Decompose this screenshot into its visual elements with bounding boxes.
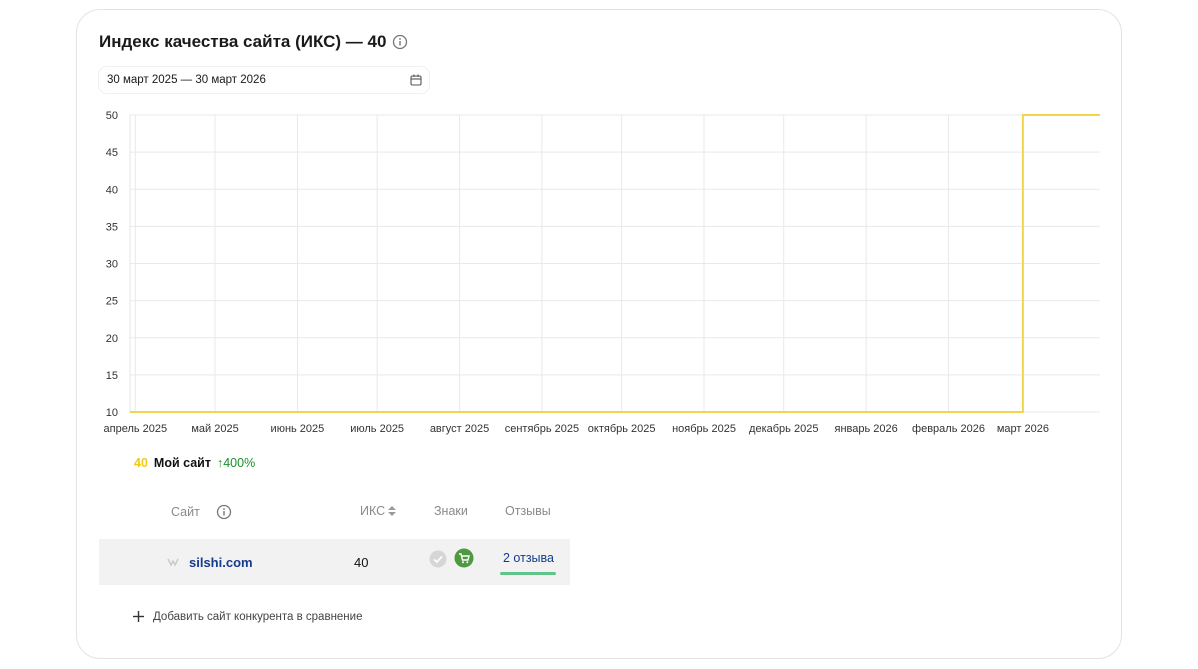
y-tick-label: 45 (106, 147, 118, 159)
y-tick-label: 25 (106, 296, 118, 308)
chart-grid (129, 114, 1100, 413)
x-tick-label: август 2025 (430, 423, 489, 435)
column-header-badges: Знаки (434, 504, 468, 518)
x-axis-ticks: апрель 2025 май 2025 июнь 2025 июль 2025 авг… (104, 423, 1049, 435)
x-tick-label: июнь 2025 (271, 423, 325, 435)
site-link[interactable]: silshi.com (189, 555, 253, 570)
column-header-site-label: Сайт (171, 505, 200, 519)
x-tick-label: сентябрь 2025 (505, 423, 579, 435)
sort-icon[interactable] (387, 505, 397, 517)
iks-card: Индекс качества сайта (ИКС) — 40 30 март… (76, 9, 1122, 659)
legend-delta: ↑400% (216, 456, 256, 470)
x-tick-label: апрель 2025 (104, 423, 168, 435)
legend-value: 40 (134, 456, 148, 470)
y-tick-label: 15 (106, 370, 118, 382)
x-tick-label: декабрь 2025 (749, 423, 818, 435)
reviews-link[interactable]: 2 отзыва (503, 551, 554, 565)
y-tick-label: 35 (106, 221, 118, 233)
y-tick-label: 20 (106, 333, 118, 345)
y-axis-ticks: 10 15 20 25 30 35 40 45 50 (106, 110, 118, 419)
x-tick-label: ноябрь 2025 (672, 423, 736, 435)
cart-badge-icon[interactable] (454, 548, 474, 568)
y-tick-label: 30 (106, 259, 118, 271)
column-header-reviews: Отзывы (505, 504, 551, 518)
iks-chart: 10 15 20 25 30 35 40 45 50 апрель 2025 май 2025 ию… (104, 110, 1100, 435)
column-header-iks[interactable]: ИКС (360, 504, 397, 518)
add-competitor-label: Добавить сайт конкурента в сравнение (153, 610, 363, 623)
x-tick-label: январь 2026 (835, 423, 898, 435)
x-tick-label: июль 2025 (350, 423, 404, 435)
column-header-iks-label: ИКС (360, 504, 386, 518)
column-header-site: Сайт (171, 504, 232, 520)
site-iks-value: 40 (354, 555, 369, 570)
x-tick-label: февраль 2026 (912, 423, 985, 435)
table-row: silshi.com 40 2 отзыва (99, 539, 570, 585)
plus-icon (133, 611, 144, 622)
check-badge-icon[interactable] (429, 550, 447, 568)
y-tick-label: 50 (106, 110, 118, 122)
x-tick-label: май 2025 (191, 423, 238, 435)
y-tick-label: 40 (106, 184, 118, 196)
column-header-badges-label: Знаки (434, 504, 468, 518)
add-competitor-button[interactable]: Добавить сайт конкурента в сравнение (132, 610, 362, 623)
x-tick-label: октябрь 2025 (588, 423, 656, 435)
site-favicon-icon (167, 558, 179, 567)
reviews-underline (500, 572, 556, 575)
chart-legend: 40 Мой сайт ↑400% (134, 456, 255, 470)
y-tick-label: 10 (106, 407, 118, 419)
x-tick-label: март 2026 (997, 423, 1049, 435)
column-header-reviews-label: Отзывы (505, 504, 551, 518)
info-icon[interactable] (216, 504, 232, 520)
legend-series-name: Мой сайт (153, 456, 211, 470)
